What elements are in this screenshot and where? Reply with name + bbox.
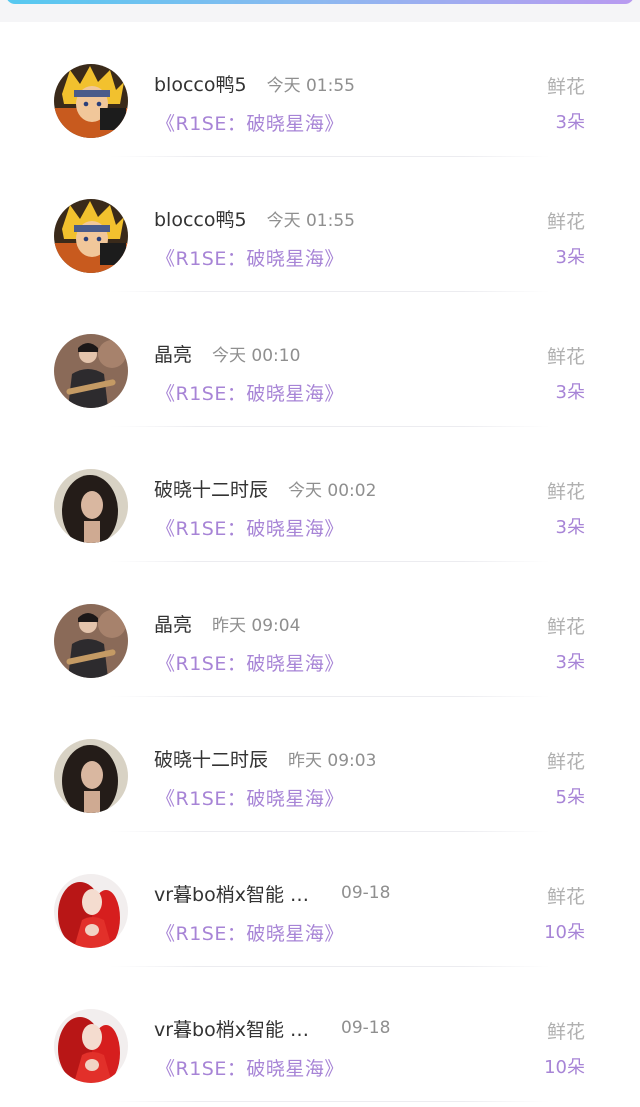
user-avatar[interactable] (54, 334, 128, 408)
gift-type-label: 鲜花 (546, 346, 585, 368)
username[interactable]: blocco鸭5 (154, 205, 247, 232)
username[interactable]: 破晓十二时辰 (154, 745, 268, 772)
gift-count: 10朵 (544, 922, 585, 943)
gift-time: 09-18 (341, 1018, 391, 1038)
gift-record-row[interactable]: 晶亮 昨天 09:04 《R1SE：破晓星海》 鲜花 3朵 (0, 562, 640, 697)
gift-record-row[interactable]: vr暮bo梢x智能 … 09-18 《R1SE：破晓星海》 鲜花 10朵 (0, 967, 640, 1102)
top-area (0, 0, 640, 22)
gift-type-label: 鲜花 (546, 481, 585, 503)
user-avatar[interactable] (54, 739, 128, 813)
book-title[interactable]: 《R1SE：破晓星海》 (156, 1054, 344, 1081)
book-title[interactable]: 《R1SE：破晓星海》 (156, 244, 344, 271)
username[interactable]: 晶亮 (154, 340, 192, 367)
user-avatar[interactable] (54, 604, 128, 678)
user-avatar[interactable] (54, 469, 128, 543)
book-title[interactable]: 《R1SE：破晓星海》 (156, 649, 344, 676)
user-avatar[interactable] (54, 1009, 128, 1083)
name-line: vr暮bo梢x智能 … 09-18 (154, 880, 390, 907)
gift-time: 今天 00:02 (288, 480, 377, 501)
gift-record-row[interactable]: vr暮bo梢x智能 … 09-18 《R1SE：破晓星海》 鲜花 10朵 (0, 832, 640, 967)
gift-count: 3朵 (555, 247, 585, 268)
gift-count: 3朵 (555, 517, 585, 538)
book-title[interactable]: 《R1SE：破晓星海》 (156, 784, 344, 811)
gift-type-label: 鲜花 (546, 1021, 585, 1043)
username[interactable]: vr暮bo梢x智能 … (154, 880, 309, 907)
gift-record-row[interactable]: 破晓十二时辰 昨天 09:03 《R1SE：破晓星海》 鲜花 5朵 (0, 697, 640, 832)
book-title[interactable]: 《R1SE：破晓星海》 (156, 514, 344, 541)
gift-time: 昨天 09:04 (212, 615, 301, 636)
gift-count: 3朵 (555, 112, 585, 133)
username[interactable]: vr暮bo梢x智能 … (154, 1015, 309, 1042)
username[interactable]: 破晓十二时辰 (154, 475, 268, 502)
gift-record-row[interactable]: blocco鸭5 今天 01:55 《R1SE：破晓星海》 鲜花 3朵 (0, 157, 640, 292)
gift-record-row[interactable]: blocco鸭5 今天 01:55 《R1SE：破晓星海》 鲜花 3朵 (0, 22, 640, 157)
gift-record-row[interactable]: 晶亮 今天 00:10 《R1SE：破晓星海》 鲜花 3朵 (0, 292, 640, 427)
name-line: blocco鸭5 今天 01:55 (154, 70, 355, 96)
top-gradient-bar (6, 0, 634, 4)
name-line: 破晓十二时辰 昨天 09:03 (154, 745, 376, 771)
name-line: blocco鸭5 今天 01:55 (154, 205, 355, 231)
gift-type-label: 鲜花 (546, 211, 585, 233)
gift-time: 今天 00:10 (212, 345, 301, 366)
gift-time: 09-18 (341, 883, 391, 903)
gift-count: 5朵 (555, 787, 585, 808)
gift-count: 10朵 (544, 1057, 585, 1078)
gift-time: 今天 01:55 (266, 210, 355, 231)
gift-record-row[interactable]: 破晓十二时辰 今天 00:02 《R1SE：破晓星海》 鲜花 3朵 (0, 427, 640, 562)
user-avatar[interactable] (54, 874, 128, 948)
gift-count: 3朵 (555, 652, 585, 673)
gift-type-label: 鲜花 (546, 751, 585, 773)
user-avatar[interactable] (54, 199, 128, 273)
gift-count: 3朵 (555, 382, 585, 403)
gift-time: 昨天 09:03 (288, 750, 377, 771)
gift-time: 今天 01:55 (266, 75, 355, 96)
name-line: 晶亮 今天 00:10 (154, 340, 300, 366)
username[interactable]: blocco鸭5 (154, 70, 247, 97)
name-line: 晶亮 昨天 09:04 (154, 610, 300, 636)
name-line: vr暮bo梢x智能 … 09-18 (154, 1015, 390, 1042)
user-avatar[interactable] (54, 64, 128, 138)
username[interactable]: 晶亮 (154, 610, 192, 637)
book-title[interactable]: 《R1SE：破晓星海》 (156, 109, 344, 136)
row-divider (110, 1101, 550, 1102)
book-title[interactable]: 《R1SE：破晓星海》 (156, 379, 344, 406)
gift-type-label: 鲜花 (546, 886, 585, 908)
book-title[interactable]: 《R1SE：破晓星海》 (156, 919, 344, 946)
name-line: 破晓十二时辰 今天 00:02 (154, 475, 376, 501)
gift-type-label: 鲜花 (546, 616, 585, 638)
gift-type-label: 鲜花 (546, 76, 585, 98)
gift-record-list: blocco鸭5 今天 01:55 《R1SE：破晓星海》 鲜花 3朵 bloc… (0, 22, 640, 1107)
